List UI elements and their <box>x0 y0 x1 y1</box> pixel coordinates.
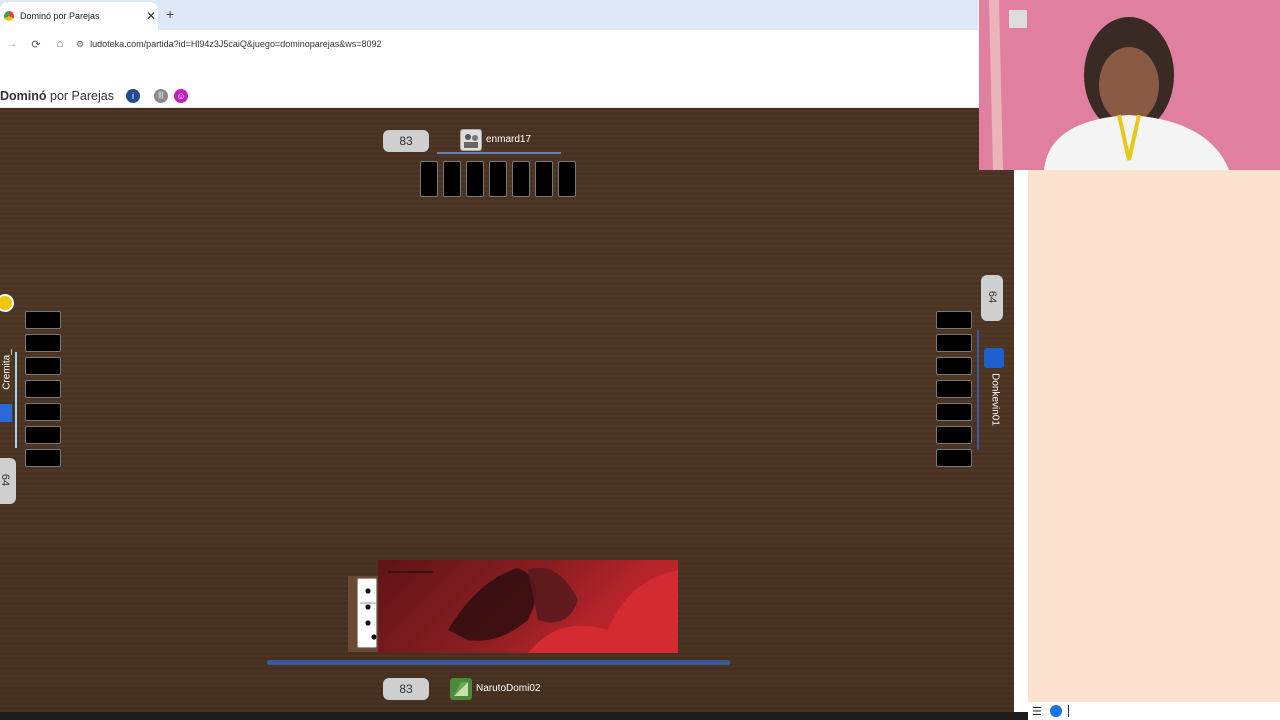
hidden-tile <box>25 357 61 375</box>
hidden-tile <box>936 403 972 421</box>
address-bar: → ⟳ ⌂ ⚙ ludoteka.com/partida?id=Hl94z3J5… <box>0 30 978 58</box>
top-avatar[interactable] <box>460 129 482 151</box>
bottom-avatar[interactable] <box>450 678 472 700</box>
right-score-badge: 64 <box>981 275 1003 321</box>
side-toolbar: ☰ <box>1028 702 1280 720</box>
left-turn-bar <box>15 352 17 448</box>
bottom-score-badge: 83 <box>383 678 429 700</box>
bottom-player-name: NarutoDomi02 <box>476 683 541 694</box>
emoji-icon[interactable]: ☺ <box>173 88 188 103</box>
left-score-badge: 64 <box>0 458 16 504</box>
hidden-tile <box>443 161 461 197</box>
right-player-name: Donkevin01 <box>989 373 1001 426</box>
left-avatar[interactable] <box>0 404 12 422</box>
menu-icon[interactable]: ☰ <box>1032 705 1042 718</box>
webcam-overlay <box>979 0 1280 170</box>
hidden-tile <box>936 311 972 329</box>
info-icon[interactable]: i <box>125 88 140 103</box>
hidden-tile <box>25 380 61 398</box>
site-info-icon[interactable]: ⚙ <box>76 39 84 50</box>
hidden-tile <box>535 161 553 197</box>
text-cursor[interactable] <box>1067 705 1069 717</box>
right-turn-bar <box>977 330 979 450</box>
hidden-tile <box>936 334 972 352</box>
close-tab-icon[interactable]: ✕ <box>144 9 158 23</box>
hidden-tile <box>936 449 972 467</box>
hidden-tile <box>936 357 972 375</box>
favicon-icon <box>4 11 14 21</box>
page-title: Dominó por Parejas <box>0 89 114 103</box>
hidden-tile <box>466 161 484 197</box>
url-text: ludoteka.com/partida?id=Hl94z3J5caiQ&jue… <box>90 39 382 49</box>
hidden-tile <box>936 426 972 444</box>
left-player-name: Cremita_ <box>1 349 13 390</box>
hidden-tile <box>512 161 530 197</box>
page-title-rest: por Parejas <box>50 88 114 103</box>
tab-bar: Dominó por Parejas ✕ + <box>0 0 978 30</box>
page-title-bold: Dominó <box>0 88 47 103</box>
hidden-tile <box>25 311 61 329</box>
hidden-tile <box>25 334 61 352</box>
url-field[interactable]: ⚙ ludoteka.com/partida?id=Hl94z3J5caiQ&j… <box>76 34 382 54</box>
right-score: 64 <box>986 290 998 304</box>
hidden-tile <box>489 161 507 197</box>
top-player-name: enmard17 <box>486 134 532 145</box>
new-tab-button[interactable]: + <box>166 6 174 22</box>
browser-window: Dominó por Parejas ✕ + → ⟳ ⌂ ⚙ ludoteka.… <box>0 0 978 108</box>
browser-tab[interactable]: Dominó por Parejas ✕ <box>0 2 158 30</box>
reload-icon[interactable]: ⟳ <box>24 38 48 51</box>
hidden-tile <box>25 449 61 467</box>
hidden-tile <box>25 403 61 421</box>
hand-domino-tile[interactable] <box>357 578 377 648</box>
hidden-tile <box>420 161 438 197</box>
left-score: 64 <box>0 473 11 487</box>
app-header: Dominó por Parejas i ||| ☺ <box>0 84 978 108</box>
top-score-badge: 83 <box>383 130 429 152</box>
hidden-tile <box>558 161 576 197</box>
globe-icon[interactable] <box>1049 705 1062 717</box>
hidden-tile <box>936 380 972 398</box>
bottom-turn-bar <box>267 660 730 665</box>
top-turn-bar <box>437 152 561 154</box>
taskbar-strip <box>0 712 1028 720</box>
stats-icon[interactable]: ||| <box>153 88 168 103</box>
forward-icon[interactable]: → <box>0 38 24 50</box>
bottom-player-banner <box>378 560 678 653</box>
side-panel <box>1028 170 1280 702</box>
home-icon[interactable]: ⌂ <box>48 38 72 50</box>
tab-title: Dominó por Parejas <box>20 11 100 21</box>
right-avatar[interactable] <box>984 348 1004 368</box>
hidden-tile <box>25 426 61 444</box>
